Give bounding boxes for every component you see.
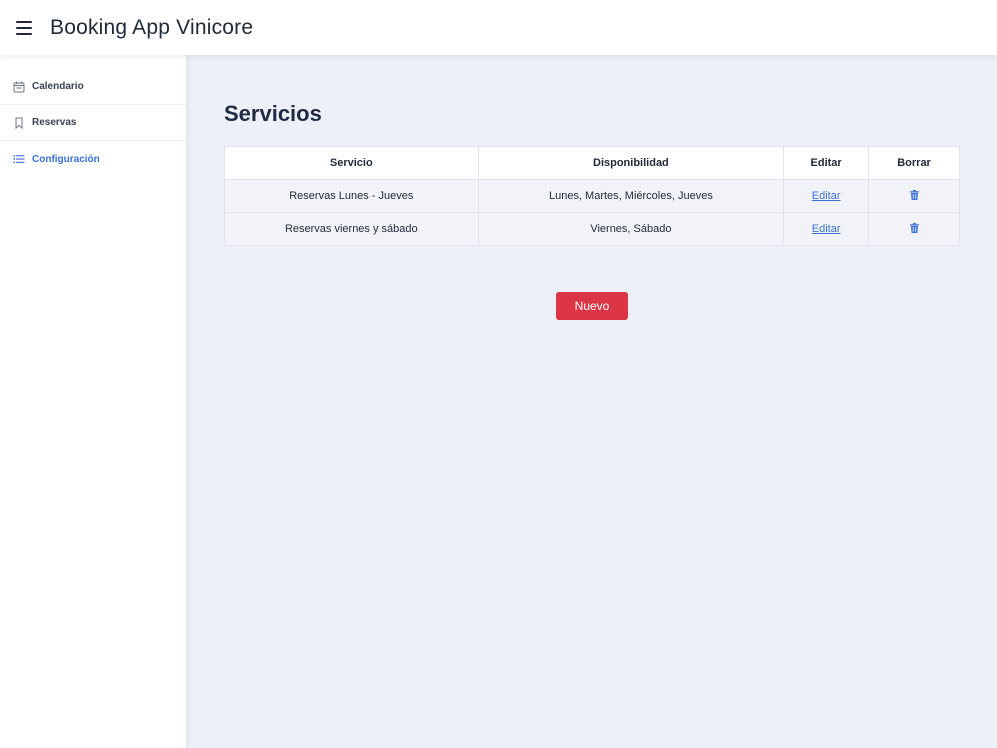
list-icon [13, 153, 25, 165]
cell-disponibilidad: Lunes, Martes, Miércoles, Jueves [477, 179, 785, 213]
cell-editar: Editar [783, 212, 870, 246]
services-table: Servicio Disponibilidad Editar Borrar Re… [224, 146, 960, 246]
edit-link[interactable]: Editar [812, 190, 841, 202]
page-title: Servicios [224, 101, 322, 126]
table-header-row: Servicio Disponibilidad Editar Borrar [224, 146, 960, 180]
header-borrar: Borrar [868, 146, 960, 180]
sidebar-item-label: Reservas [32, 117, 77, 128]
calendar-icon [13, 81, 25, 93]
bookmark-icon [13, 117, 25, 129]
sidebar-item-label: Configuración [32, 153, 100, 165]
top-bar: Booking App Vinicore [0, 0, 997, 55]
cell-editar: Editar [783, 179, 870, 213]
sidebar: Calendario Reservas Configuración [0, 55, 187, 748]
header-editar: Editar [783, 146, 870, 180]
table-row: Reservas viernes y sábado Viernes, Sábad… [224, 212, 960, 246]
trash-icon[interactable] [909, 189, 919, 200]
sidebar-item-configuracion[interactable]: Configuración [0, 141, 186, 177]
sidebar-item-label: Calendario [32, 81, 84, 92]
cell-disponibilidad: Viernes, Sábado [477, 212, 785, 246]
header-disponibilidad: Disponibilidad [477, 146, 785, 180]
sidebar-item-reservas[interactable]: Reservas [0, 105, 186, 141]
table-row: Reservas Lunes - Jueves Lunes, Martes, M… [224, 179, 960, 213]
sidebar-item-calendario[interactable]: Calendario [0, 69, 186, 105]
header-servicio: Servicio [224, 146, 479, 180]
hamburger-menu-icon[interactable] [16, 20, 34, 35]
cell-borrar [868, 212, 960, 246]
cell-servicio: Reservas viernes y sábado [224, 212, 479, 246]
new-service-button[interactable]: Nuevo [556, 292, 628, 320]
cell-borrar [868, 179, 960, 213]
sidebar-menu: Calendario Reservas Configuración [0, 55, 186, 177]
cell-servicio: Reservas Lunes - Jueves [224, 179, 479, 213]
edit-link[interactable]: Editar [812, 223, 841, 235]
services-table-container: Servicio Disponibilidad Editar Borrar Re… [224, 146, 960, 246]
app-title: Booking App Vinicore [50, 15, 254, 39]
trash-icon[interactable] [909, 222, 919, 233]
main-content: Servicios Servicio Disponibilidad Editar… [187, 55, 997, 748]
